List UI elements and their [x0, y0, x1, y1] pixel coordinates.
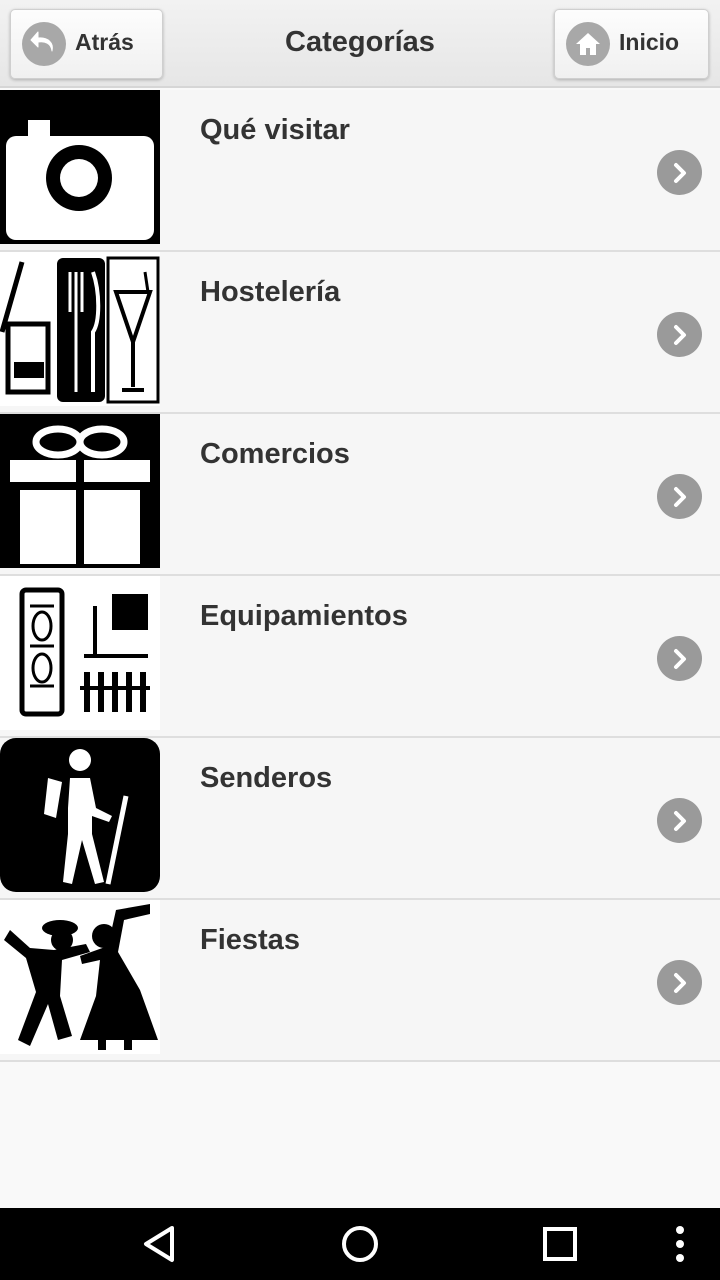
category-list: Qué visitar Hostelería Comercios Equipam…	[0, 90, 720, 1062]
facilities-icon	[0, 576, 160, 730]
hiker-icon	[0, 738, 160, 892]
category-item-hosteleria[interactable]: Hostelería	[0, 252, 720, 414]
recents-square-icon[interactable]	[540, 1224, 580, 1264]
system-navigation-bar	[0, 1208, 720, 1280]
category-item-equipamientos[interactable]: Equipamientos	[0, 576, 720, 738]
category-label: Fiestas	[200, 924, 300, 956]
category-item-senderos[interactable]: Senderos	[0, 738, 720, 900]
category-label: Hostelería	[200, 276, 341, 308]
gift-icon	[0, 414, 160, 568]
category-item-que-visitar[interactable]: Qué visitar	[0, 90, 720, 252]
chevron-right-icon[interactable]	[657, 798, 702, 843]
home-circle-icon[interactable]	[340, 1224, 380, 1264]
chevron-right-icon[interactable]	[657, 312, 702, 357]
home-button[interactable]: Inicio	[554, 9, 709, 79]
chevron-right-icon[interactable]	[657, 636, 702, 681]
home-button-label: Inicio	[619, 29, 680, 55]
chevron-right-icon[interactable]	[657, 150, 702, 195]
camera-icon	[0, 90, 160, 244]
category-label: Comercios	[200, 438, 350, 470]
hospitality-icon	[0, 252, 160, 406]
category-label: Senderos	[200, 762, 333, 794]
dancers-icon	[0, 900, 160, 1054]
overflow-menu-icon[interactable]	[660, 1224, 700, 1264]
category-item-comercios[interactable]: Comercios	[0, 414, 720, 576]
category-item-fiestas[interactable]: Fiestas	[0, 900, 720, 1062]
chevron-right-icon[interactable]	[657, 960, 702, 1005]
category-label: Equipamientos	[200, 600, 408, 632]
top-toolbar: Atrás Categorías Inicio	[0, 0, 720, 88]
home-icon	[566, 22, 610, 66]
back-triangle-icon[interactable]	[140, 1224, 180, 1264]
category-label: Qué visitar	[200, 114, 350, 146]
chevron-right-icon[interactable]	[657, 474, 702, 519]
